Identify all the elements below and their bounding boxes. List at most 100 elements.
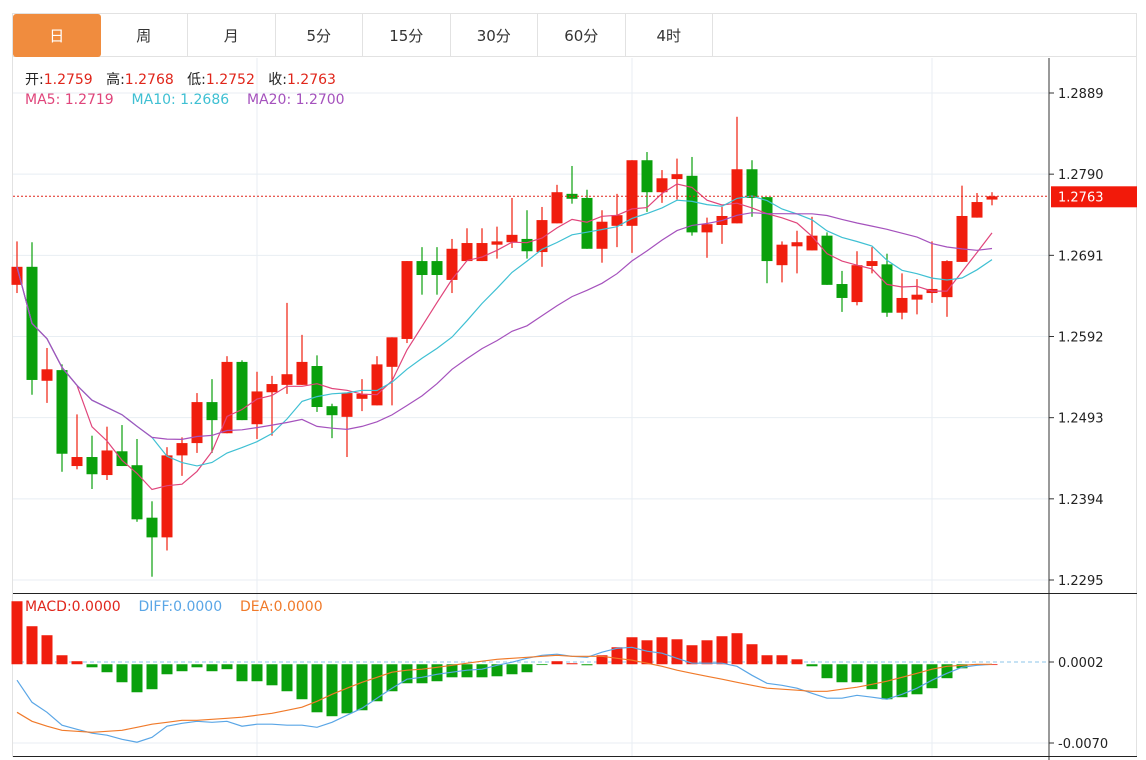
- price-tick-label: 1.2493: [1058, 412, 1104, 427]
- candle: [566, 165, 578, 204]
- high-label: 高:: [106, 72, 125, 88]
- candle-body: [641, 160, 653, 193]
- candle: [986, 192, 998, 206]
- price-tick-label: 1.2394: [1058, 493, 1104, 508]
- candle: [431, 247, 443, 295]
- candle: [761, 197, 773, 284]
- current-price-label: 1.2763: [1058, 190, 1104, 205]
- candle: [71, 414, 83, 470]
- candle-body: [341, 393, 353, 417]
- ma5-legend: MA5: 1.2719: [25, 92, 114, 108]
- candle: [536, 206, 548, 267]
- candle-body: [461, 243, 473, 262]
- candle: [341, 393, 353, 458]
- candle: [911, 279, 923, 315]
- candle-body: [746, 169, 758, 198]
- candle-body: [686, 175, 698, 233]
- price-tick-label: 1.2790: [1058, 168, 1104, 183]
- candle-body: [851, 265, 863, 303]
- candle: [671, 158, 683, 200]
- candle: [191, 393, 203, 453]
- candle-body: [671, 174, 683, 180]
- low-value: 1.2752: [205, 72, 255, 88]
- candle-body: [986, 196, 998, 200]
- macd-bar: [116, 664, 128, 683]
- candle-body: [86, 457, 98, 475]
- candle-body: [506, 234, 518, 243]
- candle: [146, 501, 158, 577]
- ma10-line: [16, 195, 993, 467]
- candle: [386, 337, 398, 406]
- candle-body: [371, 364, 383, 406]
- price-tick-label: 1.2691: [1058, 249, 1104, 264]
- macd-tick-label: -0.0070: [1058, 737, 1108, 752]
- candle-body: [56, 370, 68, 454]
- close-label: 收:: [268, 72, 287, 88]
- candle: [551, 184, 563, 224]
- macd-bar: [11, 601, 23, 665]
- candle: [836, 270, 848, 312]
- candle-body: [971, 202, 983, 218]
- macd-legend-value: MACD:0.0000: [25, 599, 121, 615]
- ma10-legend: MA10: 1.2686: [131, 92, 230, 108]
- candle: [266, 375, 278, 436]
- candle: [776, 241, 788, 283]
- candle: [371, 356, 383, 406]
- candle-body: [956, 215, 968, 262]
- candle: [716, 206, 728, 244]
- candle: [56, 364, 68, 472]
- macd-bar: [326, 664, 338, 717]
- close-value: 1.2763: [286, 72, 336, 88]
- macd-bar: [221, 664, 233, 670]
- candle-body: [431, 261, 443, 276]
- candle: [521, 210, 533, 259]
- candle: [416, 247, 428, 295]
- macd-bar: [731, 633, 743, 665]
- macd-bar: [761, 655, 773, 665]
- macd-legend: MACD:0.0000 DIFF:0.0000 DEA:0.0000: [25, 599, 323, 615]
- candle: [41, 347, 53, 403]
- macd-bar: [416, 664, 428, 684]
- candle-body: [866, 261, 878, 266]
- candle-body: [911, 294, 923, 300]
- candle: [26, 242, 38, 395]
- price-tick-label: 1.2592: [1058, 331, 1104, 346]
- kline-chart[interactable]: 1.2889 1.2790 1.2691 1.2592 1.2493 1.2394 1.22…: [0, 0, 1146, 760]
- candle: [176, 437, 188, 476]
- ma20-legend: MA20: 1.2700: [246, 92, 345, 108]
- candle: [221, 356, 233, 434]
- macd-bar: [386, 664, 398, 692]
- macd-bar: [701, 640, 713, 665]
- macd-bar: [206, 664, 218, 672]
- macd-bar: [536, 664, 548, 666]
- candle-body: [401, 261, 413, 339]
- candle: [491, 226, 503, 259]
- macd-bar: [71, 661, 83, 665]
- price-tick-label: 1.2295: [1058, 574, 1104, 589]
- price-tick-label: 1.2889: [1058, 87, 1104, 102]
- candle-body: [521, 238, 533, 252]
- candle: [611, 193, 623, 248]
- macd-bar: [806, 664, 818, 667]
- candle-body: [836, 284, 848, 298]
- candle: [851, 251, 863, 306]
- macd-bar: [551, 661, 563, 665]
- candle: [626, 160, 638, 253]
- macd-bar: [101, 664, 113, 673]
- candle: [326, 403, 338, 439]
- macd-bar: [566, 663, 578, 665]
- candle-body: [701, 224, 713, 233]
- candle: [896, 273, 908, 320]
- candle: [821, 232, 833, 285]
- macd-bar: [746, 644, 758, 665]
- candle: [296, 334, 308, 385]
- candle: [656, 170, 668, 203]
- macd-bar: [356, 664, 368, 711]
- macd-bar: [836, 664, 848, 683]
- macd-bar: [311, 664, 323, 713]
- candle: [956, 185, 968, 262]
- candle: [461, 228, 473, 262]
- candle: [356, 379, 368, 412]
- candle-body: [251, 391, 263, 425]
- candle-body: [761, 197, 773, 262]
